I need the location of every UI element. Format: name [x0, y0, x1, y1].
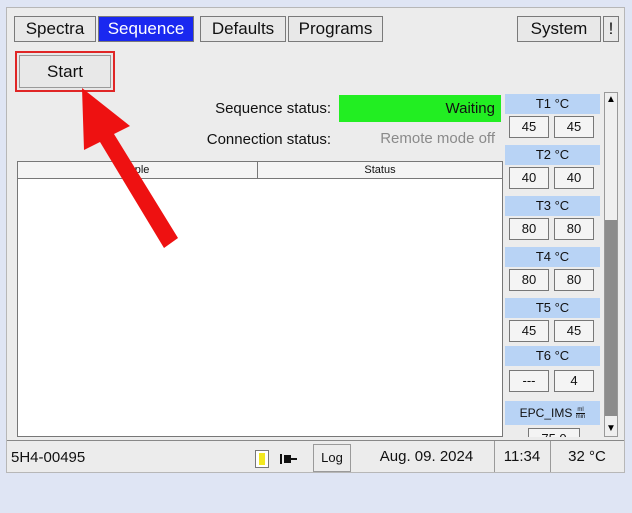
t2-header: T2 °C: [505, 145, 600, 165]
t6-set-value[interactable]: ---: [509, 370, 549, 392]
epc-unit-bottom: min: [575, 414, 586, 421]
epc-header: EPC_IMS ml min: [505, 401, 600, 425]
t2-actual-value: 40: [554, 167, 594, 189]
t4-actual-value: 80: [554, 269, 594, 291]
plug-icon: [278, 450, 300, 468]
t1-set-value[interactable]: 45: [509, 116, 549, 138]
annotation-arrow-icon: [82, 88, 178, 248]
tab-programs[interactable]: Programs: [288, 16, 383, 42]
tab-spectra[interactable]: Spectra: [14, 16, 96, 42]
tab-sequence[interactable]: Sequence: [98, 16, 194, 42]
scroll-down-icon[interactable]: ▼: [605, 422, 617, 436]
t6-actual-value: 4: [554, 370, 594, 392]
scroll-up-icon[interactable]: ▲: [605, 93, 617, 107]
t1-actual-value: 45: [554, 116, 594, 138]
time-display: 11:34: [495, 444, 549, 472]
epc-value[interactable]: 75.0: [528, 428, 580, 437]
t5-header: T5 °C: [505, 298, 600, 318]
tab-defaults[interactable]: Defaults: [200, 16, 286, 42]
status-bar: 5H4-00495 Log Aug. 09. 2024 11:34 32 °C: [7, 440, 624, 472]
tab-system[interactable]: System: [517, 16, 601, 42]
t6-header: T6 °C: [505, 346, 600, 366]
t1-header: T1 °C: [505, 94, 600, 114]
connection-status-value: Remote mode off: [380, 130, 495, 147]
scroll-thumb[interactable]: [605, 220, 617, 416]
device-id: 5H4-00495: [11, 449, 86, 466]
t4-header: T4 °C: [505, 247, 600, 267]
battery-icon: [255, 450, 269, 468]
t5-actual-value: 45: [554, 320, 594, 342]
t3-header: T3 °C: [505, 196, 600, 216]
temperature-scrollbar[interactable]: ▲ ▼: [604, 92, 618, 437]
temperature-panel: T1 °C 45 45 T2 °C 40 40 T3 °C 80 80 T4 °…: [504, 92, 602, 437]
t3-set-value[interactable]: 80: [509, 218, 549, 240]
t5-set-value[interactable]: 45: [509, 320, 549, 342]
column-status-header[interactable]: Status: [258, 162, 502, 179]
t2-set-value[interactable]: 40: [509, 167, 549, 189]
t3-actual-value: 80: [554, 218, 594, 240]
start-button-frame: [19, 55, 111, 88]
sequence-status-value: Waiting: [339, 95, 501, 122]
t4-set-value[interactable]: 80: [509, 269, 549, 291]
epc-unit: ml min: [575, 407, 586, 421]
temperature-display: 32 °C: [551, 444, 623, 472]
alert-button[interactable]: !: [603, 16, 619, 42]
date-display: Aug. 09. 2024: [360, 444, 493, 472]
log-button[interactable]: Log: [313, 444, 351, 472]
epc-label: EPC_IMS: [519, 406, 573, 420]
start-button[interactable]: Start: [15, 51, 115, 92]
epc-unit-top: ml: [575, 407, 586, 415]
